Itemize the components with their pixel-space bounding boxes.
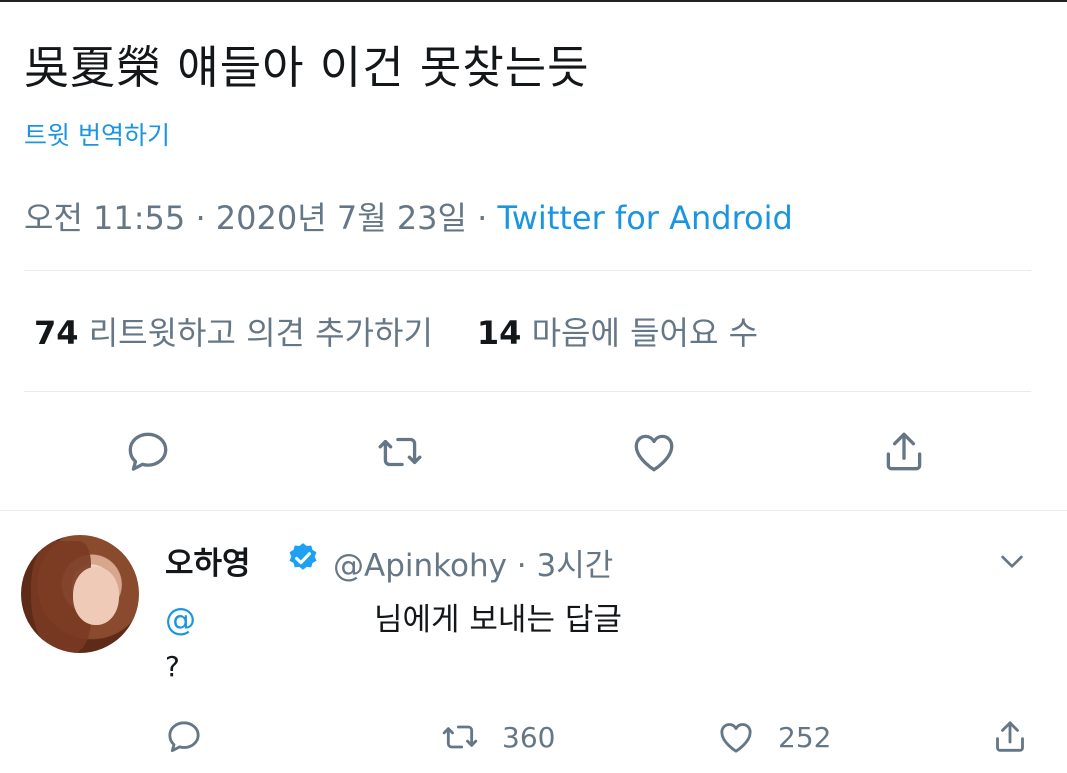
tweet-date: 2020년 7월 23일 bbox=[215, 199, 467, 237]
reply-icon bbox=[168, 721, 200, 753]
reply-button[interactable] bbox=[120, 424, 176, 480]
likes-stat[interactable]: 14 마음에 들어요 수 bbox=[477, 314, 758, 352]
reply-author-name[interactable]: 오하영 bbox=[165, 538, 251, 583]
divider bbox=[0, 510, 1067, 511]
likes-count: 14 bbox=[476, 314, 522, 352]
avatar-face bbox=[73, 567, 119, 625]
reply-handle-time: @Apinkohy · 3시간 bbox=[333, 540, 613, 585]
retweet-icon bbox=[378, 437, 422, 467]
top-border bbox=[0, 0, 1067, 2]
tweet-stats: 74 리트윗하고 의견 추가하기 14 마음에 들어요 수 bbox=[34, 308, 758, 354]
reply-like-button[interactable]: 252 bbox=[716, 717, 831, 757]
replying-to: @ 님에게 보내는 답글 bbox=[165, 594, 622, 639]
reply-text: ? bbox=[165, 650, 180, 683]
like-button[interactable] bbox=[626, 424, 682, 480]
translate-tweet-link[interactable]: 트윗 번역하기 bbox=[24, 116, 170, 152]
reply-like-count: 252 bbox=[778, 720, 832, 754]
tweet-text: 吳夏榮 얘들아 이건 못찾는듯 bbox=[24, 41, 590, 94]
replying-to-label: 님에게 보내는 답글 bbox=[374, 602, 622, 638]
share-icon bbox=[996, 721, 1024, 752]
reply-reply-button[interactable] bbox=[164, 717, 204, 757]
divider bbox=[24, 391, 1031, 392]
reply-retweet-count: 360 bbox=[502, 720, 556, 754]
likes-label: 마음에 들어요 수 bbox=[531, 314, 759, 352]
tweet-meta: 오전 11:55 · 2020년 7월 23일 · Twitter for An… bbox=[24, 193, 793, 239]
share-icon bbox=[886, 432, 922, 471]
avatar[interactable] bbox=[21, 535, 139, 653]
replying-to-mention[interactable]: @ bbox=[165, 602, 196, 638]
retweets-count: 74 bbox=[34, 314, 79, 352]
verified-badge-icon bbox=[289, 543, 317, 570]
like-icon bbox=[720, 723, 752, 753]
reply-time[interactable]: 3시간 bbox=[537, 548, 614, 584]
retweet-icon bbox=[442, 725, 478, 749]
retweet-button[interactable] bbox=[372, 424, 428, 480]
reply-icon bbox=[128, 432, 168, 471]
meta-separator: · bbox=[506, 548, 537, 584]
divider bbox=[24, 270, 1031, 271]
share-button[interactable] bbox=[876, 424, 932, 480]
tweet-time: 오전 11:55 bbox=[24, 199, 186, 237]
meta-separator: · bbox=[185, 199, 216, 237]
retweets-label: 리트윗하고 의견 추가하기 bbox=[88, 314, 433, 352]
tweet-source-link[interactable]: Twitter for Android bbox=[498, 199, 793, 237]
reply-retweet-button[interactable]: 360 bbox=[440, 717, 555, 757]
retweets-stat[interactable]: 74 리트윗하고 의견 추가하기 bbox=[34, 314, 433, 352]
chevron-down-icon[interactable] bbox=[996, 545, 1028, 577]
reply-handle[interactable]: @Apinkohy bbox=[333, 548, 507, 584]
meta-separator: · bbox=[466, 199, 498, 237]
like-icon bbox=[634, 434, 674, 472]
reply-share-button[interactable] bbox=[990, 717, 1030, 757]
